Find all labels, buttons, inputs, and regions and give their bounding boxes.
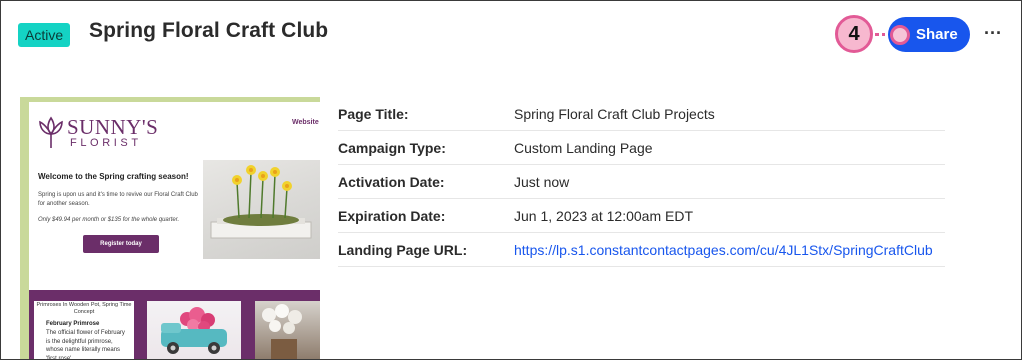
preview-price-line: Only $49.94 per month or $135 for the wh… <box>38 217 180 223</box>
detail-row-page-title: Page Title: Spring Floral Craft Club Pro… <box>338 97 945 131</box>
campaign-detail-panel: Active Spring Floral Craft Club 4 Share … <box>0 0 1022 360</box>
preview-paragraph: Spring is upon us and it's time to reviv… <box>38 192 198 207</box>
detail-row-campaign-type: Campaign Type: Custom Landing Page <box>338 131 945 165</box>
detail-label: Page Title: <box>338 106 409 122</box>
callout-ring-icon <box>890 25 910 45</box>
detail-label: Landing Page URL: <box>338 242 468 258</box>
preview-card-primrose: Primroses In Wooden Pot, Spring Time Con… <box>34 301 134 360</box>
campaign-details-list: Page Title: Spring Floral Craft Club Pro… <box>338 97 945 267</box>
preview-headline: Welcome to the Spring crafting season! <box>38 172 189 181</box>
detail-value: Just now <box>514 174 570 190</box>
preview-hero-image <box>203 160 320 259</box>
preview-card-body: The official flower of February is the d… <box>46 330 125 360</box>
more-options-icon[interactable]: ··· <box>981 21 1005 45</box>
tulip-logo-icon <box>39 116 63 148</box>
detail-label: Expiration Date: <box>338 208 446 224</box>
preview-card-caption: Primroses In Wooden Pot, Spring Time Con… <box>36 302 132 315</box>
page-title: Spring Floral Craft Club <box>89 19 329 42</box>
preview-canvas: SUNNY'S FLORIST Website Welcome to the S… <box>29 102 320 360</box>
daffodil-planter-image <box>210 165 312 239</box>
preview-register-button: Register today <box>83 235 159 253</box>
brand-logo-subtext: FLORIST <box>70 137 142 149</box>
detail-value: Custom Landing Page <box>514 140 653 156</box>
step-callout-marker: 4 <box>835 15 873 53</box>
preview-card-bouquet-image <box>255 301 320 359</box>
preview-card-heading: February Primrose <box>46 321 100 327</box>
detail-value: Spring Floral Craft Club Projects <box>514 106 715 122</box>
detail-value: Jun 1, 2023 at 12:00am EDT <box>514 208 693 224</box>
detail-row-landing-page-url: Landing Page URL: https://lp.s1.constant… <box>338 233 945 267</box>
landing-page-preview[interactable]: SUNNY'S FLORIST Website Welcome to the S… <box>20 97 320 360</box>
detail-label: Activation Date: <box>338 174 445 190</box>
bouquet-image <box>262 304 302 359</box>
detail-label: Campaign Type: <box>338 140 446 156</box>
preview-website-link: Website <box>292 119 319 126</box>
preview-card-truck-image <box>147 301 241 359</box>
flower-truck-image <box>161 307 227 354</box>
detail-row-activation-date: Activation Date: Just now <box>338 165 945 199</box>
landing-page-url-link[interactable]: https://lp.s1.constantcontactpages.com/c… <box>514 242 933 258</box>
status-badge: Active <box>18 23 71 47</box>
detail-row-expiration-date: Expiration Date: Jun 1, 2023 at 12:00am … <box>338 199 945 233</box>
